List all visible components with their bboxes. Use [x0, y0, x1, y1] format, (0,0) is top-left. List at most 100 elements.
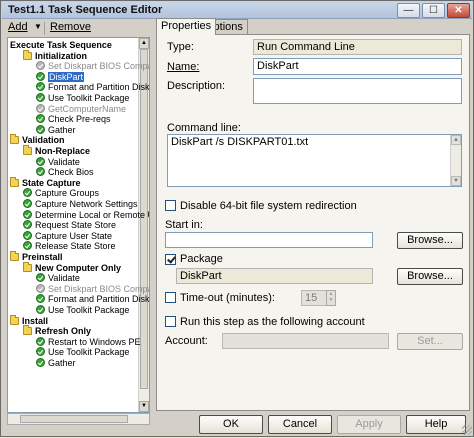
scroll-down-icon[interactable]: ▼ [139, 401, 149, 412]
tree-group-item[interactable]: Install [10, 314, 48, 327]
account-label: Account: [165, 335, 208, 347]
add-button[interactable]: Add [8, 21, 28, 33]
name-input[interactable]: DiskPart [253, 58, 462, 75]
tree-item-label: Check Bios [48, 167, 94, 178]
check-icon [36, 336, 45, 346]
tree-vertical-scrollbar[interactable]: ▲ ▼ [138, 38, 149, 412]
tree-step-item[interactable]: Use Toolkit Package [36, 93, 129, 104]
tree-group-item[interactable]: Refresh Only [23, 325, 91, 337]
check-icon [36, 124, 45, 134]
chevron-down-icon[interactable]: ▼ [34, 22, 42, 31]
check-icon [23, 188, 32, 198]
maximize-button[interactable]: ☐ [422, 3, 445, 18]
help-button[interactable]: Help [406, 415, 466, 434]
tree-step-item[interactable]: Use Toolkit Package [36, 347, 129, 358]
package-checkbox[interactable] [165, 254, 176, 265]
check-icon [36, 71, 45, 81]
tree-group-item[interactable]: Validation [10, 134, 65, 146]
tree-step-item[interactable]: Determine Local or Remote U [23, 209, 149, 221]
command-line-input[interactable]: DiskPart /s DISKPART01.txt ▲ ▼ [167, 134, 462, 187]
add-label: Add [8, 21, 28, 33]
tree-step-item[interactable]: Gather [36, 358, 76, 369]
tree-step-item[interactable]: GetComputerName [36, 103, 127, 115]
tree-item-label: Use Toolkit Package [48, 347, 130, 358]
tree-step-item[interactable]: Check Pre-reqs [36, 114, 111, 125]
tab-properties[interactable]: Properties [156, 18, 217, 35]
tree-group-item[interactable]: State Capture [10, 176, 81, 189]
tree-step-item[interactable]: Validate [36, 273, 80, 284]
tree-step-item[interactable]: Restart to Windows PE [36, 336, 141, 348]
check-icon [36, 61, 45, 71]
tree-group-item[interactable]: Non-Replace [23, 145, 91, 157]
command-line-scrollbar[interactable]: ▲ ▼ [450, 135, 461, 186]
tree-step-item[interactable]: Request State Store [23, 220, 116, 231]
tree-item-label: Set Diskpart BIOS Compa [48, 283, 150, 294]
type-field: Run Command Line [253, 39, 462, 55]
scroll-up-icon: ▲ [451, 135, 461, 145]
tree-item-label: Restart to Windows PE [48, 336, 141, 347]
description-label: Description: [167, 80, 226, 92]
folder-icon [23, 49, 32, 60]
tree-item-label: Capture Groups [35, 188, 100, 199]
start-in-input[interactable] [165, 232, 373, 248]
tree-item-label: Use Toolkit Package [48, 305, 130, 315]
timeout-input: 15 [301, 290, 327, 306]
task-sequence-tree[interactable]: ▲ ▼ Execute Task Sequence Initialization S… [7, 37, 150, 413]
folder-icon [23, 325, 32, 336]
tree-item-label: State Capture [22, 177, 81, 188]
package-browse-button[interactable]: Browse... [397, 268, 463, 285]
ok-button[interactable]: OK [199, 415, 263, 434]
description-input[interactable] [253, 78, 462, 104]
name-label: Name: [167, 61, 200, 73]
tree-step-item[interactable]: Capture Network Settings [23, 199, 138, 210]
type-label: Type: [167, 41, 194, 53]
tree-step-item[interactable]: Set Diskpart BIOS Compa [36, 283, 150, 295]
tree-step-item[interactable]: Format and Partition Disk [36, 294, 150, 305]
tree-step-item[interactable]: Capture User State [23, 230, 112, 242]
tree-step-item[interactable]: Format and Partition Disk [36, 82, 149, 93]
tree-item-label: Validation [22, 135, 65, 146]
remove-button[interactable]: Remove [50, 21, 91, 33]
title-bar[interactable]: Test1.1 Task Sequence Editor — ☐ ✕ [2, 2, 472, 19]
tree-step-item[interactable]: Use Toolkit Package [36, 305, 129, 316]
scroll-up-icon[interactable]: ▲ [139, 38, 149, 49]
tree-step-item[interactable]: Capture Groups [23, 188, 99, 199]
tree-step-item[interactable]: Gather [36, 124, 76, 136]
folder-icon [10, 176, 19, 187]
start-in-browse-button[interactable]: Browse... [397, 232, 463, 249]
cancel-button[interactable]: Cancel [268, 415, 332, 434]
tree-item-label: Initialization [35, 50, 88, 61]
close-button[interactable]: ✕ [447, 3, 470, 18]
tree-item-label: Execute Task Sequence [10, 40, 112, 50]
timeout-checkbox[interactable] [165, 292, 176, 303]
disable-fs-redirection-checkbox[interactable] [165, 200, 176, 211]
tree-group-item[interactable]: Initialization [23, 49, 88, 62]
run-as-checkbox[interactable] [165, 316, 176, 327]
package-label: Package [180, 253, 223, 265]
check-icon [36, 358, 45, 367]
minimize-button[interactable]: — [397, 3, 420, 18]
tree-item-label: Non-Replace [35, 146, 91, 156]
tree-step-item[interactable]: Validate [36, 156, 80, 168]
check-icon [36, 82, 45, 92]
tree-step-item[interactable]: Set Diskpart BIOS Compatibi [36, 61, 149, 72]
tree-item-label: DiskPart [48, 71, 85, 82]
tree-item-label: GetComputerName [48, 103, 127, 114]
check-icon [36, 294, 45, 304]
folder-icon [23, 145, 32, 155]
tree-item-label: Format and Partition Disk [48, 294, 150, 305]
tree-item-label: Preinstall [22, 252, 63, 262]
tree-item-label: Capture Network Settings [35, 199, 138, 209]
tree-group-item[interactable]: New Computer Only [23, 261, 121, 274]
check-icon [36, 167, 45, 177]
check-icon [36, 283, 45, 293]
tree-group-item[interactable]: Preinstall [10, 251, 63, 263]
task-sequence-editor-window: Test1.1 Task Sequence Editor — ☐ ✕ Add ▼… [0, 0, 474, 437]
tree-step-item[interactable]: Release State Store [23, 241, 116, 252]
folder-icon [10, 134, 19, 145]
resize-grip-icon[interactable] [462, 425, 472, 435]
tree-item-label: Validate [48, 156, 80, 167]
tree-step-item[interactable]: DiskPart [36, 71, 85, 83]
remove-label: Remove [50, 21, 91, 33]
tree-step-item[interactable]: Check Bios [36, 167, 94, 178]
